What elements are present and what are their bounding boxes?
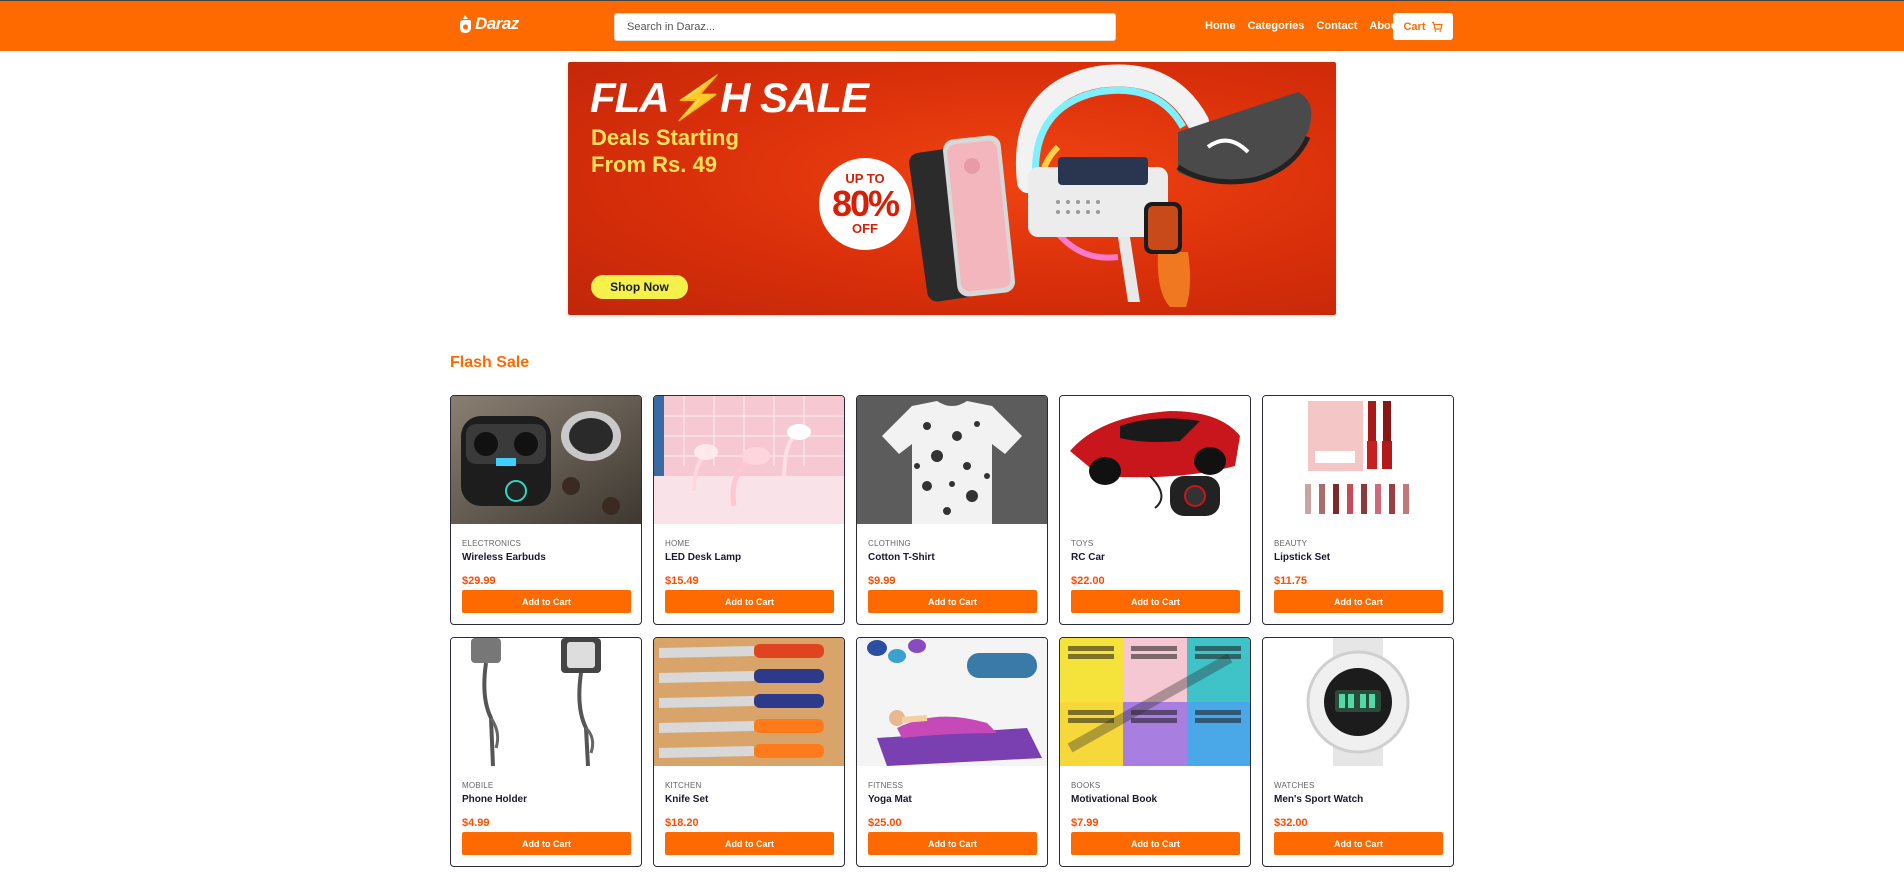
yoga-mat-image — [857, 638, 1047, 766]
product-price: $32.00 — [1274, 817, 1308, 829]
sport-watch-image — [1263, 638, 1453, 766]
product-category: CLOTHING — [868, 539, 911, 548]
phone-holder-image — [451, 638, 641, 767]
cart-button[interactable]: Cart — [1393, 13, 1453, 40]
banner-subtitle: Deals Starting From Rs. 49 — [591, 125, 739, 177]
product-card[interactable]: WATCHES Men's Sport Watch $32.00 Add to … — [1262, 637, 1454, 867]
product-card[interactable]: ELECTRONICS Wireless Earbuds $29.99 Add … — [450, 395, 642, 625]
shop-now-button[interactable]: Shop Now — [591, 275, 688, 299]
motivational-book-image — [1060, 638, 1250, 766]
product-price: $7.99 — [1071, 817, 1099, 829]
product-card[interactable]: BEAUTY Lipstick Set $11.75 Add to Cart — [1262, 395, 1454, 625]
product-name[interactable]: Wireless Earbuds — [462, 552, 630, 563]
badge-percent: 80% — [831, 183, 900, 224]
product-name[interactable]: Men's Sport Watch — [1274, 794, 1442, 805]
t-shirt-image — [857, 396, 1047, 524]
product-name[interactable]: LED Desk Lamp — [665, 552, 833, 563]
product-category: BEAUTY — [1274, 539, 1308, 548]
banner-title-right: H SALE — [719, 74, 869, 121]
lipstick-set-image — [1263, 396, 1453, 524]
add-to-cart-button[interactable]: Add to Cart — [1071, 590, 1240, 613]
nav-link-contact[interactable]: Contact — [1316, 20, 1357, 32]
product-card[interactable]: HOME LED Desk Lamp $15.49 Add to Cart — [653, 395, 845, 625]
product-name[interactable]: Yoga Mat — [868, 794, 1036, 805]
knife-set-image — [654, 638, 844, 766]
product-card[interactable]: MOBILE Phone Holder $4.99 Add to Cart — [450, 637, 642, 867]
product-category: BOOKS — [1071, 781, 1101, 790]
product-price: $4.99 — [462, 817, 490, 829]
product-card[interactable]: TOYS RC Car $22.00 Add to Cart — [1059, 395, 1251, 625]
search-input[interactable] — [614, 13, 1116, 41]
banner-products-image — [909, 64, 1312, 307]
product-name[interactable]: Lipstick Set — [1274, 552, 1442, 563]
product-price: $9.99 — [868, 575, 896, 587]
product-grid: ELECTRONICS Wireless Earbuds $29.99 Add … — [450, 395, 1454, 867]
cart-icon — [1431, 21, 1443, 32]
add-to-cart-button[interactable]: Add to Cart — [665, 590, 834, 613]
top-navbar: Daraz Home Categories Contact About Cart — [0, 0, 1904, 51]
product-price: $11.75 — [1274, 575, 1308, 587]
lightning-bolt-icon: ⚡ — [668, 74, 721, 121]
product-price: $18.20 — [665, 817, 699, 829]
product-price: $25.00 — [868, 817, 902, 829]
add-to-cart-button[interactable]: Add to Cart — [1274, 590, 1443, 613]
product-name[interactable]: RC Car — [1071, 552, 1239, 563]
add-to-cart-button[interactable]: Add to Cart — [665, 832, 834, 855]
banner-title-left: FLA — [590, 74, 670, 121]
product-card[interactable]: KITCHEN Knife Set $18.20 Add to Cart — [653, 637, 845, 867]
product-name[interactable]: Motivational Book — [1071, 794, 1239, 805]
product-category: TOYS — [1071, 539, 1094, 548]
product-card[interactable]: BOOKS Motivational Book $7.99 Add to Car… — [1059, 637, 1251, 867]
cart-label: Cart — [1403, 20, 1426, 33]
discount-badge: UP TO 80% OFF — [819, 158, 911, 250]
add-to-cart-button[interactable]: Add to Cart — [1071, 832, 1240, 855]
add-to-cart-button[interactable]: Add to Cart — [868, 832, 1037, 855]
product-category: KITCHEN — [665, 781, 702, 790]
nav-links: Home Categories Contact About — [1205, 20, 1401, 32]
product-category: WATCHES — [1274, 781, 1315, 790]
product-price: $29.99 — [462, 575, 496, 587]
section-title: Flash Sale — [450, 354, 530, 371]
product-name[interactable]: Phone Holder — [462, 794, 630, 805]
add-to-cart-button[interactable]: Add to Cart — [462, 832, 631, 855]
rc-car-image — [1060, 396, 1250, 524]
product-category: FITNESS — [868, 781, 904, 790]
badge-bottom-text: OFF — [852, 221, 878, 236]
add-to-cart-button[interactable]: Add to Cart — [1274, 832, 1443, 855]
flash-sale-banner[interactable]: FLA⚡H SALE Deals Starting From Rs. 49 UP… — [568, 62, 1336, 315]
product-price: $22.00 — [1071, 575, 1105, 587]
nav-link-home[interactable]: Home — [1205, 20, 1236, 32]
product-card[interactable]: FITNESS Yoga Mat $25.00 Add to Cart — [856, 637, 1048, 867]
nav-link-categories[interactable]: Categories — [1248, 20, 1305, 32]
add-to-cart-button[interactable]: Add to Cart — [868, 590, 1037, 613]
product-price: $15.49 — [665, 575, 699, 587]
product-name[interactable]: Cotton T-Shirt — [868, 552, 1036, 563]
product-category: HOME — [665, 539, 690, 548]
product-card[interactable]: CLOTHING Cotton T-Shirt $9.99 Add to Car… — [856, 395, 1048, 625]
daraz-logo-icon — [460, 15, 471, 33]
desk-lamp-image — [654, 396, 844, 524]
earbuds-image — [451, 396, 641, 524]
brand-logo[interactable]: Daraz — [458, 14, 519, 34]
product-category: ELECTRONICS — [462, 539, 522, 548]
product-category: MOBILE — [462, 781, 494, 790]
add-to-cart-button[interactable]: Add to Cart — [462, 590, 631, 613]
banner-title: FLA⚡H SALE — [590, 74, 869, 123]
product-name[interactable]: Knife Set — [665, 794, 833, 805]
brand-name: Daraz — [475, 14, 519, 33]
